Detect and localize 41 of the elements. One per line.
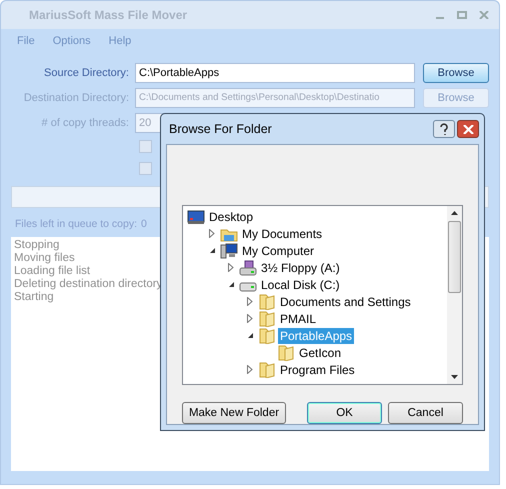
folder-icon	[258, 310, 276, 326]
queue-label: Files left in queue to copy:	[15, 218, 137, 230]
log-line: Deleting destination directory	[14, 278, 162, 291]
browse-button[interactable]: Browse	[423, 63, 489, 83]
computer-icon	[220, 242, 238, 258]
destination-label: Destination Directory:	[22, 92, 130, 104]
queue-count: 0	[141, 218, 147, 230]
tree-item[interactable]: Local Disk (C:)	[259, 276, 342, 292]
close-icon	[462, 124, 474, 134]
tree-item[interactable]: My Computer	[240, 242, 316, 258]
log-line: Starting	[14, 291, 54, 304]
folder-icon	[277, 344, 295, 360]
tree-item[interactable]: Program Files	[278, 362, 357, 378]
ok-button[interactable]: OK	[307, 402, 382, 424]
cancel-button[interactable]: Cancel	[388, 402, 463, 424]
source-field[interactable]: C:\PortableApps	[135, 63, 415, 83]
help-icon	[438, 123, 450, 135]
tree-item[interactable]: Desktop	[207, 208, 256, 224]
close-button[interactable]	[457, 120, 479, 138]
checkbox[interactable]	[139, 140, 152, 152]
checkbox[interactable]	[139, 162, 152, 174]
tree-item[interactable]: My Documents	[240, 226, 324, 242]
folder-icon	[258, 328, 276, 344]
folder-icon	[258, 294, 276, 310]
scroll-down-icon[interactable]	[451, 375, 458, 379]
help-button[interactable]	[433, 120, 455, 138]
new-folder-button[interactable]: Make New Folder	[182, 402, 286, 424]
folder-icon	[258, 362, 276, 378]
tree-item[interactable]: PMAIL	[278, 310, 318, 326]
source-label: Source Directory:	[43, 67, 130, 79]
threads-label: # of copy threads:	[40, 117, 130, 129]
desktop-icon	[187, 208, 205, 224]
scrollbar[interactable]	[447, 206, 462, 384]
scroll-up-icon[interactable]	[451, 211, 458, 215]
tree-item[interactable]: 3½ Floppy (A:)	[259, 260, 342, 276]
log-line: Stopping	[14, 239, 60, 252]
tree-item[interactable]: Documents and Settings	[278, 294, 413, 310]
log-line: Loading file list	[14, 265, 90, 278]
drive-icon	[239, 260, 257, 276]
log-line: Moving files	[14, 252, 75, 265]
tree-item[interactable]: GetIcon	[297, 344, 344, 360]
